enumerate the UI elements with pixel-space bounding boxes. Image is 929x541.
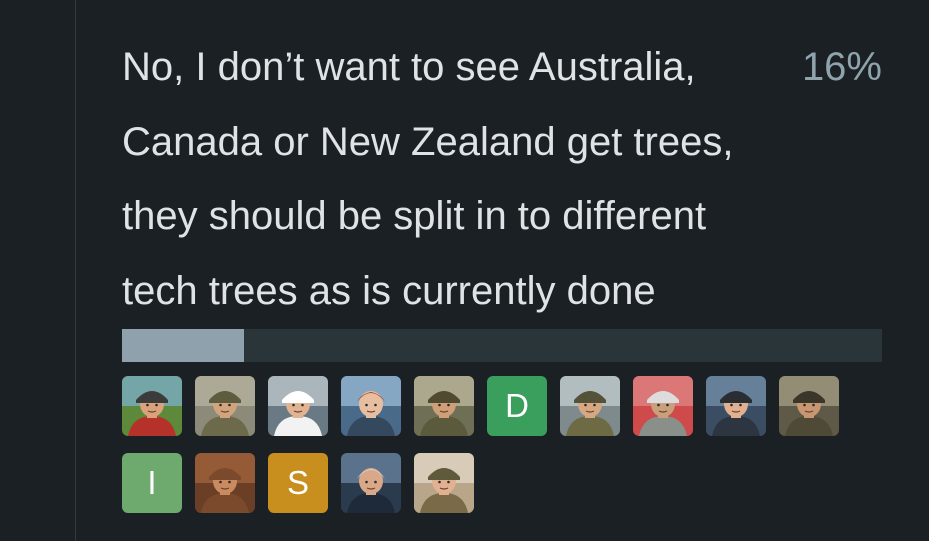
poll-voters: D I S	[122, 376, 882, 530]
naval-officer-avatar-icon[interactable]	[268, 376, 328, 436]
poll-option-percent: 16%	[801, 45, 882, 89]
goggles-helmet-avatar-icon[interactable]	[706, 376, 766, 436]
voter-avatar-letter[interactable]: D	[487, 376, 547, 436]
helmet-soldier-avatar-icon[interactable]	[195, 376, 255, 436]
voter-row: I S	[122, 453, 882, 513]
voter-row: D	[122, 376, 882, 436]
pilot-avatar-icon[interactable]	[633, 376, 693, 436]
infantry-soldier-avatar-icon[interactable]	[560, 376, 620, 436]
poll-result-bar	[122, 329, 882, 362]
poll-option-text: No, I don’t want to see Australia, Canad…	[122, 30, 802, 328]
voter-avatar-letter[interactable]: I	[122, 453, 182, 513]
hooded-monk-avatar-icon[interactable]	[195, 453, 255, 513]
poll-option-text-line: No, I don’t want to see Australia,	[122, 45, 696, 89]
bearded-soldier-avatar-icon[interactable]	[122, 376, 182, 436]
voter-avatar-letter[interactable]: S	[268, 453, 328, 513]
general-avatar-icon[interactable]	[341, 453, 401, 513]
poll-option-text-line: they should be split in to different	[122, 194, 707, 238]
thread-left-rule	[75, 0, 76, 541]
red-haired-woman-avatar-icon[interactable]	[341, 376, 401, 436]
poll-option-text-line: Canada or New Zealand get trees,	[122, 119, 734, 164]
tank-crewman-avatar-icon[interactable]	[779, 376, 839, 436]
poll-option[interactable]: No, I don’t want to see Australia, Canad…	[122, 30, 882, 328]
young-soldier-avatar-icon[interactable]	[414, 453, 474, 513]
tank-commander-avatar-icon[interactable]	[414, 376, 474, 436]
poll-result-bar-fill	[122, 329, 244, 362]
poll-option-text-line: tech trees as is currently done	[122, 268, 656, 313]
